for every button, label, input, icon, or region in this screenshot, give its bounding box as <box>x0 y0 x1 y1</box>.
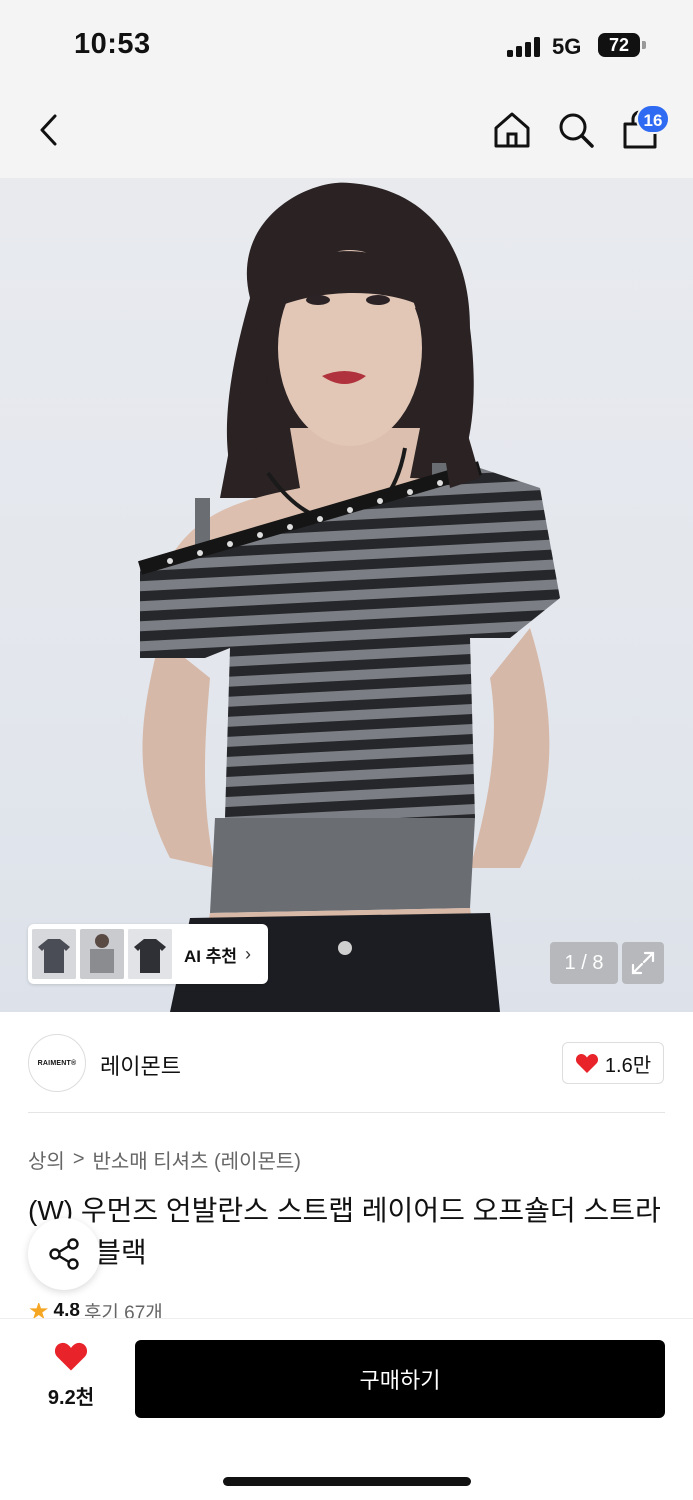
rating-value: 4.8 <box>53 1303 80 1319</box>
wish-button[interactable]: 9.2천 <box>38 1340 104 1410</box>
battery-tip <box>642 41 646 49</box>
buy-button[interactable]: 구매하기 <box>135 1340 665 1418</box>
rating-row[interactable]: ★ 4.8 후기 67개 <box>28 1303 163 1319</box>
ai-recommend-chip[interactable]: AI 추천 › <box>28 924 268 984</box>
heart-icon <box>575 1053 598 1073</box>
breadcrumb-category[interactable]: 상의 <box>28 1145 65 1174</box>
ai-thumb-1[interactable] <box>32 929 76 979</box>
back-icon[interactable] <box>28 108 72 152</box>
star-icon: ★ <box>28 1303 50 1319</box>
brand-name[interactable]: 레이몬트 <box>100 1049 181 1081</box>
share-icon <box>49 1238 79 1270</box>
home-icon[interactable] <box>490 108 534 152</box>
ai-thumb-2[interactable] <box>80 929 124 979</box>
product-title: (W) 우먼즈 언발란스 스트랩 레이어드 오프숄더 스트라이프_블랙 <box>28 1195 661 1268</box>
product-image[interactable] <box>0 178 693 1012</box>
product-photo-illustration <box>138 182 560 1012</box>
chevron-right-icon: › <box>245 943 252 964</box>
heart-icon <box>54 1342 88 1371</box>
wish-count: 9.2천 <box>47 1387 95 1409</box>
signal-icon <box>507 37 543 57</box>
search-icon[interactable] <box>554 108 598 152</box>
home-indicator <box>223 1477 471 1486</box>
breadcrumb-separator: > <box>72 1148 85 1170</box>
image-counter: 1 / 8 <box>550 942 618 984</box>
status-time: 10:53 <box>74 28 151 60</box>
ai-recommend-label: AI 추천 <box>184 946 238 966</box>
brand-logo[interactable]: RAIMENT® <box>28 1034 86 1092</box>
nav-bar <box>0 88 693 178</box>
ai-thumb-3[interactable] <box>128 929 172 979</box>
divider <box>28 1112 665 1113</box>
status-bar: 10:53 5G 72 <box>0 0 693 88</box>
brand-like-button[interactable]: 1.6만 <box>562 1042 664 1084</box>
breadcrumb: 상의 > 반소매 티셔츠 (레이몬트) <box>28 1145 301 1174</box>
share-button[interactable] <box>28 1218 100 1290</box>
expand-icon[interactable] <box>622 942 664 984</box>
brand-like-count: 1.6만 <box>604 1054 652 1077</box>
breadcrumb-subcategory[interactable]: 반소매 티셔츠 (레이몬트) <box>93 1145 301 1174</box>
battery-icon: 72 <box>598 33 640 57</box>
cart-badge: 16 <box>636 104 670 134</box>
brand-row[interactable]: RAIMENT® 레이몬트 1.6만 <box>0 1012 693 1112</box>
network-label: 5G <box>552 34 582 59</box>
review-count: 후기 67개 <box>83 1303 163 1319</box>
